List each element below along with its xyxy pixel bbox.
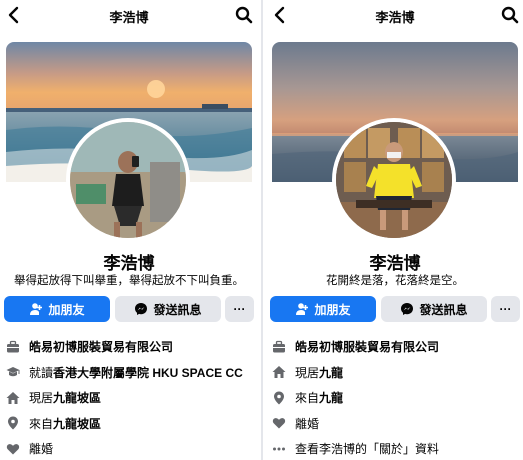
profile-avatar[interactable] xyxy=(332,118,456,242)
info-relationship: 離婚 xyxy=(6,436,256,460)
profile-info-list: 皓易初博服裝貿易有限公司 就讀香港大學附屬學院 HKU SPACE CC 現居九… xyxy=(6,334,256,460)
info-value[interactable]: 皓易初博服裝貿易有限公司 xyxy=(29,340,173,354)
profile-panel-left: 李浩博 李浩博 舉得起放得下叫舉重，舉得起放不下叫負重。 加朋友 發送訊息 ··… xyxy=(0,0,258,460)
profile-bio: 花開終是落，花落終是空。 xyxy=(326,275,464,287)
profile-panel-right: 李浩博 李浩博 花開終是落，花落終是空。 加朋友 發送訊息 ··· 皓易初博服裝… xyxy=(266,0,523,460)
top-bar: 李浩博 xyxy=(266,0,523,32)
add-friend-icon xyxy=(30,303,43,315)
messenger-icon xyxy=(135,303,148,315)
search-icon[interactable] xyxy=(234,5,254,25)
add-friend-button[interactable]: 加朋友 xyxy=(4,296,110,322)
info-value[interactable]: 皓易初博服裝貿易有限公司 xyxy=(295,340,439,354)
top-bar: 李浩博 xyxy=(0,0,258,32)
page-title: 李浩博 xyxy=(375,10,415,25)
info-relationship: 離婚 xyxy=(272,411,522,437)
info-value[interactable]: 香港大學附屬學院 HKU SPACE CC xyxy=(53,366,243,380)
message-label: 發送訊息 xyxy=(153,302,202,317)
more-button[interactable]: ··· xyxy=(491,296,520,322)
messenger-icon xyxy=(401,303,414,315)
profile-info-list: 皓易初博服裝貿易有限公司 現居九龍 來自九龍 離婚 查看李浩博的「關於」資料 xyxy=(272,334,522,460)
add-friend-icon xyxy=(296,303,309,315)
more-dots-icon xyxy=(273,447,285,451)
info-current-city: 現居九龍坡區 xyxy=(6,385,256,411)
briefcase-icon xyxy=(273,340,285,353)
info-prefix: 就讀 xyxy=(29,365,54,380)
profile-bio: 舉得起放得下叫舉重，舉得起放不下叫負重。 xyxy=(14,275,244,287)
profile-name: 李浩博 xyxy=(103,254,155,273)
info-prefix: 現居 xyxy=(295,365,320,380)
briefcase-icon xyxy=(7,340,19,353)
heart-icon xyxy=(6,443,20,455)
add-friend-label: 加朋友 xyxy=(314,302,351,317)
info-prefix: 離婚 xyxy=(295,416,320,431)
info-current-city: 現居九龍 xyxy=(272,360,522,386)
info-hometown: 來自九龍坡區 xyxy=(6,411,256,437)
page-title: 李浩博 xyxy=(109,10,149,25)
home-icon xyxy=(6,391,20,404)
info-workplace: 皓易初博服裝貿易有限公司 xyxy=(272,334,522,360)
message-button[interactable]: 發送訊息 xyxy=(381,296,487,322)
info-prefix: 離婚 xyxy=(29,442,54,457)
info-value[interactable]: 九龍 xyxy=(319,366,343,380)
info-workplace: 皓易初博服裝貿易有限公司 xyxy=(6,334,256,360)
graduation-cap-icon xyxy=(6,367,20,377)
location-pin-icon xyxy=(8,416,18,430)
profile-name: 李浩博 xyxy=(369,254,421,273)
info-value[interactable]: 九龍 xyxy=(319,391,343,405)
info-prefix: 來自 xyxy=(29,416,54,431)
message-label: 發送訊息 xyxy=(419,302,468,317)
info-hometown: 來自九龍 xyxy=(272,385,522,411)
info-education: 就讀香港大學附屬學院 HKU SPACE CC xyxy=(6,360,256,386)
see-about-link[interactable]: 查看李浩博的「關於」資料 xyxy=(295,442,439,456)
more-button[interactable]: ··· xyxy=(225,296,254,322)
info-see-about[interactable]: 查看李浩博的「關於」資料 xyxy=(272,436,522,460)
info-value[interactable]: 九龍坡區 xyxy=(53,391,101,405)
search-icon[interactable] xyxy=(500,5,520,25)
info-prefix: 來自 xyxy=(295,391,320,406)
location-pin-icon xyxy=(274,391,284,405)
heart-icon xyxy=(272,418,286,429)
panel-divider xyxy=(261,0,263,460)
action-buttons: 加朋友 發送訊息 ··· xyxy=(270,296,520,322)
add-friend-button[interactable]: 加朋友 xyxy=(270,296,376,322)
info-prefix: 現居 xyxy=(29,391,54,406)
add-friend-label: 加朋友 xyxy=(48,302,85,317)
info-value[interactable]: 九龍坡區 xyxy=(53,417,101,431)
action-buttons: 加朋友 發送訊息 ··· xyxy=(4,296,254,322)
profile-avatar[interactable] xyxy=(66,118,190,242)
message-button[interactable]: 發送訊息 xyxy=(115,296,221,322)
home-icon xyxy=(272,366,286,379)
